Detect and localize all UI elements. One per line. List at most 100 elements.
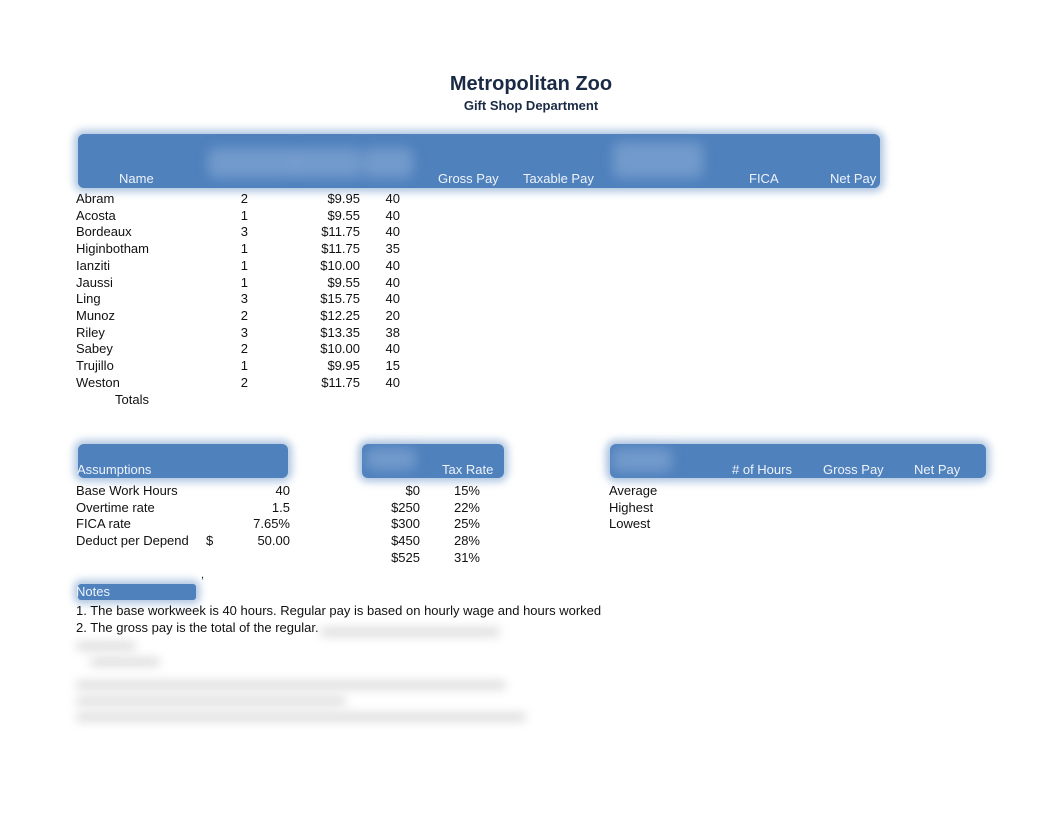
dependents: 1 [240, 207, 248, 223]
assumptions-header: Assumptions [77, 444, 288, 478]
employee-name: Abram [76, 191, 115, 206]
hours-worked: 38 [385, 324, 400, 340]
hours-worked: 40 [385, 374, 400, 390]
stats-row: Lowest [0, 516, 1062, 533]
table-row: Trujillo 1 $9.95 15 [0, 358, 1062, 375]
tax-table-header: Tax Rate [362, 444, 504, 478]
totals-label: Totals [115, 392, 149, 407]
tax-threshold: $450 [391, 533, 420, 549]
table-row: Higinbotham 1 $11.75 35 [0, 241, 1062, 258]
employee-name: Weston [76, 374, 120, 390]
dependents: 1 [240, 241, 248, 257]
tax-row: $525 31% [0, 550, 1062, 567]
page-title: Metropolitan Zoo [449, 73, 613, 95]
obscured-note-line [76, 713, 526, 721]
tax-rate: 28% [453, 533, 480, 549]
hours-worked: 15 [385, 358, 400, 373]
table-row: Acosta 1 $9.55 40 [0, 208, 1062, 225]
notes-header-label: Notes [76, 584, 110, 599]
table-row: Munoz 2 $12.25 20 [0, 308, 1062, 325]
employee-name: Jaussi [76, 274, 113, 290]
table-row: Riley 3 $13.35 38 [0, 325, 1062, 342]
hourly-rate: $10.00 [320, 257, 360, 273]
dependents: 2 [240, 341, 248, 357]
obscured-note-line [76, 697, 346, 705]
obscured-header-2 [293, 148, 363, 178]
hourly-rate: $13.35 [320, 324, 360, 340]
hourly-rate: $11.75 [321, 374, 360, 390]
hours-worked: 40 [385, 224, 400, 240]
hourly-rate: $9.95 [327, 358, 360, 373]
hours-worked: 40 [385, 274, 400, 290]
hours-worked: 40 [385, 257, 400, 273]
hours-worked: 40 [385, 291, 400, 307]
table-row: Weston 2 $11.75 40 [0, 375, 1062, 392]
note-line-1: 1. The base workweek is 40 hours. Regula… [76, 603, 602, 618]
dependents: 3 [240, 291, 248, 307]
stats-row: Highest [0, 500, 1062, 517]
hourly-rate: $10.00 [320, 341, 360, 357]
hours-worked: 40 [385, 207, 400, 223]
stats-row: Average [0, 483, 1062, 500]
header-net-pay: Net Pay [830, 171, 877, 186]
obscured-note-line [76, 681, 506, 689]
assumptions-header-label: Assumptions [77, 462, 152, 477]
header-taxable-pay: Taxable Pay [523, 171, 594, 186]
hourly-rate: $15.75 [320, 291, 360, 307]
header-gross-pay: Gross Pay [438, 171, 499, 186]
stats-label: Average [609, 483, 658, 498]
obscured-tax-header [366, 448, 416, 470]
employee-name: Bordeaux [76, 224, 132, 240]
stats-label: Lowest [609, 516, 651, 532]
note-line-2: 2. The gross pay is the total of the reg… [76, 620, 319, 635]
table-row: Ianziti 1 $10.00 40 [0, 258, 1062, 275]
stats-header-net-pay: Net Pay [914, 462, 961, 477]
hours-worked: 35 [385, 241, 400, 257]
dependents: 2 [240, 307, 248, 323]
employee-name: Acosta [76, 207, 116, 223]
dependents: 1 [240, 257, 248, 273]
employee-name: Trujillo [76, 358, 114, 373]
table-row: Jaussi 1 $9.55 40 [0, 275, 1062, 292]
page-subtitle: Gift Shop Department [463, 98, 599, 113]
stats-label: Highest [609, 499, 654, 515]
hourly-rate: $11.75 [321, 224, 360, 240]
obscured-stats-header [612, 448, 672, 472]
dependents: 1 [240, 274, 248, 290]
table-row: Bordeaux 3 $11.75 40 [0, 224, 1062, 241]
payroll-header: Name Gross Pay Taxable Pay FICA Net Pay [78, 134, 880, 188]
hourly-rate: $9.55 [327, 274, 360, 290]
stray-comma: , [201, 569, 205, 581]
hours-worked: 40 [385, 341, 400, 357]
tax-rate-header: Tax Rate [442, 462, 494, 477]
employee-name: Ianziti [76, 257, 110, 273]
dependents: 1 [240, 358, 248, 373]
stats-header-hours: # of Hours [732, 462, 792, 477]
dependents: 2 [240, 191, 248, 206]
table-row: Abram 2 $9.95 40 [0, 191, 1062, 208]
employee-name: Sabey [76, 341, 113, 357]
stats-header-gross-pay: Gross Pay [823, 462, 884, 477]
tax-threshold: $525 [391, 549, 420, 565]
hourly-rate: $11.75 [321, 241, 360, 257]
obscured-header-3 [363, 148, 413, 178]
header-fica: FICA [749, 171, 779, 186]
obscured-note-line [320, 628, 500, 636]
stats-header: # of Hours Gross Pay Net Pay [610, 444, 986, 478]
dependents: 3 [240, 324, 248, 340]
employee-name: Ling [76, 291, 101, 307]
obscured-header-1 [208, 148, 298, 178]
employee-name: Munoz [76, 307, 116, 323]
tax-row: $450 28% [0, 533, 1062, 550]
hourly-rate: $9.55 [327, 207, 360, 223]
dependents: 3 [240, 224, 248, 240]
obscured-note-line [90, 658, 160, 666]
header-name: Name [119, 171, 154, 186]
table-row: Ling 3 $15.75 40 [0, 291, 1062, 308]
obscured-note-line [76, 642, 136, 650]
table-row: Sabey 2 $10.00 40 [0, 341, 1062, 358]
hours-worked: 20 [385, 307, 400, 323]
employee-name: Higinbotham [76, 241, 149, 257]
hours-worked: 40 [385, 191, 400, 206]
notes-header: Notes [76, 584, 196, 600]
